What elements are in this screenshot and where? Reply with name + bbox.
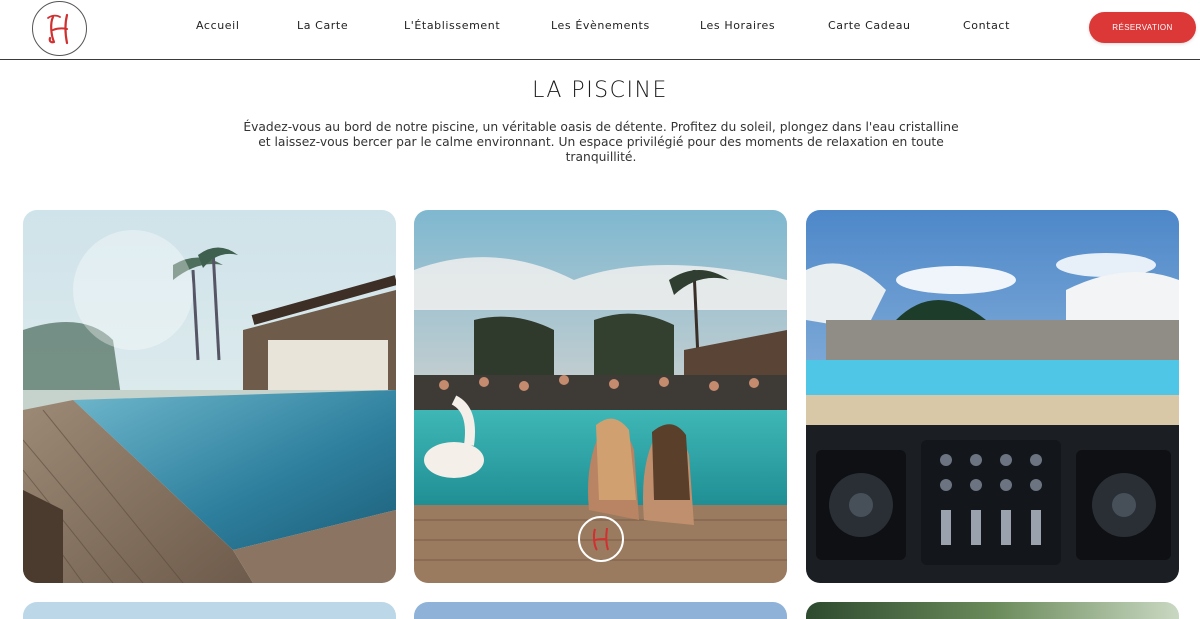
- nav-etablissement[interactable]: L'Établissement: [404, 19, 500, 32]
- pool-photo-row2-3[interactable]: [806, 602, 1179, 619]
- nav-horaires[interactable]: Les Horaires: [700, 19, 775, 32]
- nav-la-carte[interactable]: La Carte: [297, 19, 348, 32]
- site-header: Accueil La Carte L'Établissement Les Évè…: [0, 0, 1200, 60]
- pool-photo-deck[interactable]: [23, 210, 396, 583]
- nav-carte-cadeau[interactable]: Carte Cadeau: [828, 19, 911, 32]
- pool-photo-row2-2[interactable]: [414, 602, 787, 619]
- nav-evenements[interactable]: Les Évènements: [551, 19, 650, 32]
- pool-photo-dj[interactable]: [806, 210, 1179, 583]
- pool-image-2: [414, 210, 787, 583]
- main-nav: Accueil La Carte L'Établissement Les Évè…: [0, 19, 1200, 37]
- pool-photo-row2-1[interactable]: [23, 602, 396, 619]
- pool-image-3: [806, 210, 1179, 583]
- page-title: LA PISCINE: [532, 78, 668, 103]
- pool-image-1: [23, 210, 396, 583]
- nav-accueil[interactable]: Accueil: [196, 19, 239, 32]
- pool-photo-party[interactable]: [414, 210, 787, 583]
- nav-contact[interactable]: Contact: [963, 19, 1010, 32]
- intro-paragraph: Évadez-vous au bord de notre piscine, un…: [243, 120, 959, 165]
- reservation-button[interactable]: RÉSERVATION: [1089, 12, 1196, 43]
